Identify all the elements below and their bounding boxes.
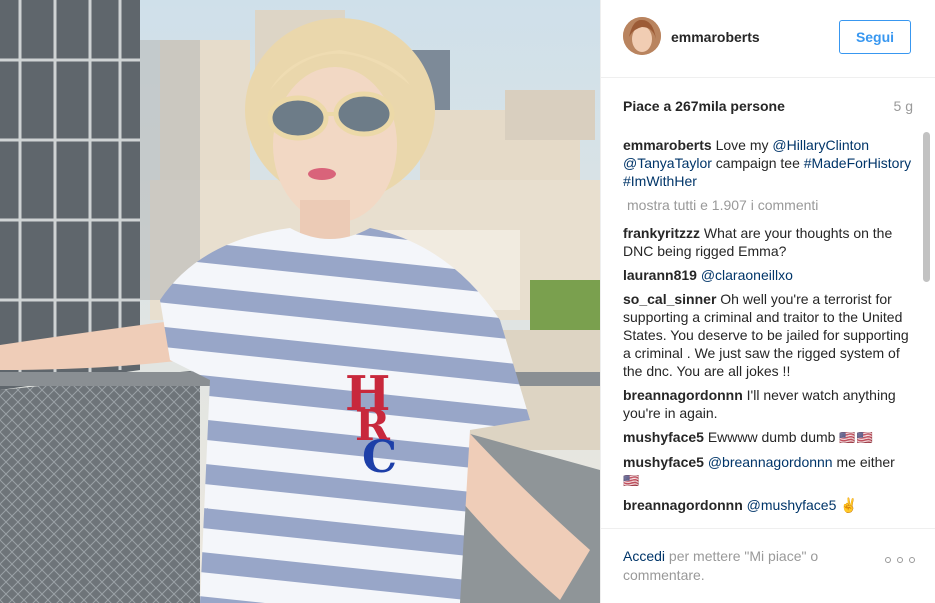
post-username[interactable]: emmaroberts <box>671 29 760 45</box>
mention-link[interactable]: @HillaryClinton <box>772 137 869 153</box>
comments-list: emmaroberts Love my @HillaryClinton @Tan… <box>623 136 913 528</box>
follow-button[interactable]: Segui <box>839 20 911 54</box>
scrollbar-thumb[interactable] <box>923 132 930 282</box>
caption: emmaroberts Love my @HillaryClinton @Tan… <box>623 136 913 190</box>
mention-link[interactable]: @claraoneillxo <box>701 267 793 283</box>
comment-text: Ewwww dumb dumb <box>707 429 836 445</box>
post-sidebar: emmaroberts Segui Piace a 267mila person… <box>600 0 935 603</box>
us-flag-emoji: 🇺🇸 <box>623 473 641 488</box>
hashtag-link[interactable]: #MadeForHistory <box>804 155 911 171</box>
comment-username[interactable]: mushyface5 <box>623 454 704 470</box>
comment-item: so_cal_sinner Oh well you're a terrorist… <box>623 290 913 380</box>
post-footer: Accedi per mettere "Mi piace" o commenta… <box>601 528 935 603</box>
mention-link[interactable]: @TanyaTaylor <box>623 155 712 171</box>
dot-icon <box>897 557 903 563</box>
comment-text: me either <box>832 454 895 470</box>
post-header: emmaroberts Segui <box>601 0 935 78</box>
comment-item: mushyface5 Ewwww dumb dumb 🇺🇸🇺🇸 <box>623 428 913 447</box>
comment-username[interactable]: breannagordonnn <box>623 497 743 513</box>
likes-count[interactable]: Piace a 267mila persone <box>623 98 785 114</box>
comment-username[interactable]: so_cal_sinner <box>623 291 716 307</box>
more-options-icon[interactable] <box>885 557 915 567</box>
comment-item: breannagordonnn I'll never watch anythin… <box>623 386 913 422</box>
comment-item: mushyface5 @breannagordonnn me either 🇺🇸 <box>623 453 913 490</box>
us-flag-emoji: 🇺🇸🇺🇸 <box>839 430 874 445</box>
comment-username[interactable]: emmaroberts <box>623 137 712 153</box>
comment-item: frankyritzzz What are your thoughts on t… <box>623 224 913 260</box>
login-link[interactable]: Accedi <box>623 548 665 564</box>
comment-username[interactable]: frankyritzzz <box>623 225 700 241</box>
mention-link[interactable]: @mushyface5 <box>747 497 837 513</box>
comment-username[interactable]: breannagordonnn <box>623 387 743 403</box>
svg-text:C: C <box>362 432 397 483</box>
comment-item: breannagordonnn @mushyface5 ✌ <box>623 496 913 514</box>
dot-icon <box>885 557 891 563</box>
post-photo: H R C <box>0 0 600 603</box>
comment-username[interactable]: laurann819 <box>623 267 697 283</box>
post-age[interactable]: 5 g <box>894 98 913 114</box>
likes-row: Piace a 267mila persone 5 g <box>623 98 913 118</box>
view-all-comments[interactable]: mostra tutti e 1.907 i commenti <box>627 196 913 214</box>
dot-icon <box>909 557 915 563</box>
mention-link[interactable]: @breannagordonnn <box>708 454 833 470</box>
comment-text: ✌ <box>836 497 858 513</box>
comments-scrollbar[interactable] <box>923 128 931 528</box>
comment-username[interactable]: mushyface5 <box>623 429 704 445</box>
hashtag-link[interactable]: #ImWithHer <box>623 173 697 189</box>
login-prompt: Accedi per mettere "Mi piace" o commenta… <box>623 547 853 585</box>
comment-item: laurann819 @claraoneillxo <box>623 266 913 284</box>
avatar[interactable] <box>623 17 661 55</box>
